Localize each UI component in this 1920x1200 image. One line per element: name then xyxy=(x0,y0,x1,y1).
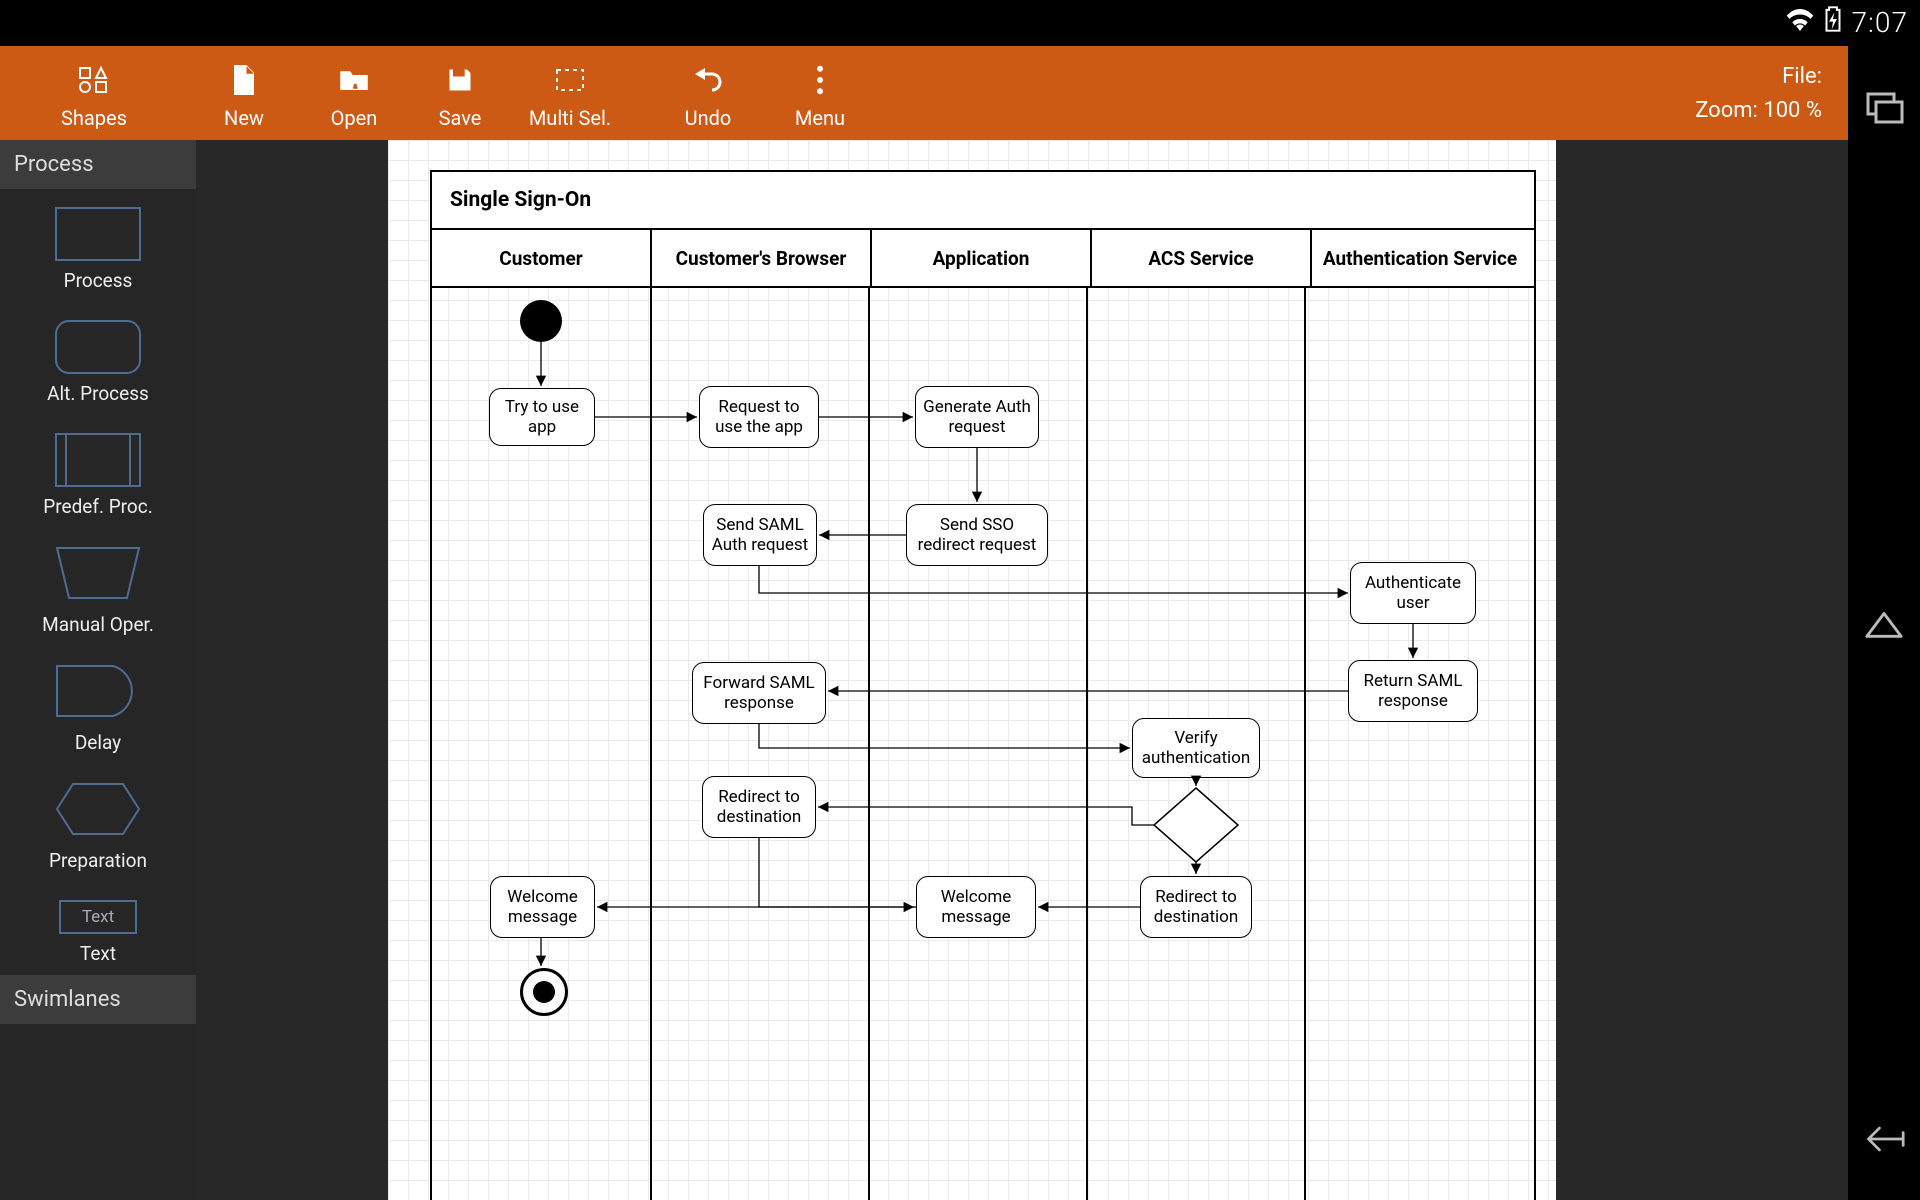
new-label: New xyxy=(224,106,264,130)
shape-predef-label: Predef. Proc. xyxy=(43,495,152,518)
end-node[interactable] xyxy=(520,968,568,1016)
shape-altprocess-label: Alt. Process xyxy=(47,382,149,405)
shape-delay-label: Delay xyxy=(75,731,121,754)
new-button[interactable]: New xyxy=(190,46,298,140)
back-icon[interactable] xyxy=(1863,1118,1905,1160)
shape-prep-label: Preparation xyxy=(49,849,147,872)
file-indicator: File: xyxy=(1695,60,1822,94)
shapes-label: Shapes xyxy=(61,106,127,130)
node-forward-saml[interactable]: Forward SAML response xyxy=(692,662,826,724)
node-auth-user[interactable]: Authenticate user xyxy=(1350,562,1476,624)
pool-title[interactable]: Single Sign-On xyxy=(432,172,1534,230)
shape-manual-icon xyxy=(55,546,141,605)
node-verify[interactable]: Verify authentication xyxy=(1132,718,1260,778)
node-try-use[interactable]: Try to use app xyxy=(489,388,595,446)
shapes-panel: Process Process Alt. Process Predef. Pro… xyxy=(0,140,196,1200)
open-button[interactable]: Open xyxy=(300,46,408,140)
recents-icon[interactable] xyxy=(1863,86,1905,128)
node-send-sso[interactable]: Send SSO redirect request xyxy=(906,504,1048,566)
shape-preparation[interactable]: Preparation xyxy=(0,764,196,882)
menu-label: Menu xyxy=(795,106,845,130)
node-gen-auth[interactable]: Generate Auth request xyxy=(915,386,1039,448)
shape-prep-icon xyxy=(55,782,141,841)
app-toolbar: Shapes New Open Save Multi Sel. Undo Men… xyxy=(0,46,1848,140)
menu-button[interactable]: Menu xyxy=(766,46,874,140)
lane-body: Try to use app Request to use the app Ge… xyxy=(432,286,1534,1200)
folder-open-icon xyxy=(339,65,369,100)
shape-delay-icon xyxy=(55,664,141,723)
zoom-indicator[interactable]: Zoom: 100 % xyxy=(1695,94,1822,128)
shape-delay[interactable]: Delay xyxy=(0,646,196,764)
shape-altprocess-icon xyxy=(55,320,141,374)
node-request-app[interactable]: Request to use the app xyxy=(699,386,819,448)
node-return-saml[interactable]: Return SAML response xyxy=(1348,660,1478,722)
file-new-icon xyxy=(231,65,257,100)
shape-predef-proc[interactable]: Predef. Proc. xyxy=(0,415,196,528)
wifi-icon xyxy=(1786,8,1814,38)
section-swimlanes[interactable]: Swimlanes xyxy=(0,975,196,1024)
shape-manual-label: Manual Oper. xyxy=(42,613,154,636)
marquee-icon xyxy=(555,65,585,100)
node-welcome-cust[interactable]: Welcome message xyxy=(490,876,595,938)
save-button[interactable]: Save xyxy=(406,46,514,140)
overflow-icon xyxy=(815,65,825,100)
shapes-icon xyxy=(79,65,109,100)
shape-alt-process[interactable]: Alt. Process xyxy=(0,302,196,415)
save-icon xyxy=(446,65,474,100)
android-nav-bar xyxy=(1848,46,1920,1200)
diagram-paper[interactable]: Single Sign-On Customer Customer's Brows… xyxy=(388,140,1556,1200)
multisel-label: Multi Sel. xyxy=(529,106,611,130)
node-redir-acs[interactable]: Redirect to destination xyxy=(1140,876,1252,938)
decision-node[interactable] xyxy=(1152,786,1240,864)
shapes-button[interactable]: Shapes xyxy=(40,46,148,140)
shape-text-icon: Text xyxy=(59,900,137,934)
node-send-saml[interactable]: Send SAML Auth request xyxy=(703,504,817,566)
android-status-bar: 7:07 xyxy=(0,0,1920,46)
node-redir-browser[interactable]: Redirect to destination xyxy=(702,776,816,838)
shape-process[interactable]: Process xyxy=(0,189,196,302)
undo-icon xyxy=(693,65,723,100)
lane-application[interactable]: Application xyxy=(872,230,1092,286)
multi-select-button[interactable]: Multi Sel. xyxy=(516,46,624,140)
lane-acs[interactable]: ACS Service xyxy=(1092,230,1312,286)
lane-headers: Customer Customer's Browser Application … xyxy=(432,230,1534,288)
undo-label: Undo xyxy=(685,106,732,130)
battery-icon xyxy=(1824,6,1842,39)
node-welcome-app[interactable]: Welcome message xyxy=(916,876,1036,938)
swimlane-pool[interactable]: Single Sign-On Customer Customer's Brows… xyxy=(430,170,1536,1200)
shape-text-label: Text xyxy=(80,942,116,965)
shape-manual-oper[interactable]: Manual Oper. xyxy=(0,528,196,646)
home-icon[interactable] xyxy=(1863,602,1905,644)
shape-predef-icon xyxy=(55,433,141,487)
shape-process-label: Process xyxy=(64,269,133,292)
lane-auth[interactable]: Authentication Service xyxy=(1312,230,1528,286)
shape-process-icon xyxy=(55,207,141,261)
section-process[interactable]: Process xyxy=(0,140,196,189)
undo-button[interactable]: Undo xyxy=(654,46,762,140)
lane-customer[interactable]: Customer xyxy=(432,230,652,286)
start-node[interactable] xyxy=(520,300,562,342)
shape-text[interactable]: Text Text xyxy=(0,882,196,975)
lane-browser[interactable]: Customer's Browser xyxy=(652,230,872,286)
status-clock: 7:07 xyxy=(1852,6,1908,39)
open-label: Open xyxy=(331,106,378,130)
diagram-canvas[interactable]: Single Sign-On Customer Customer's Brows… xyxy=(196,140,1848,1200)
save-label: Save xyxy=(439,106,482,130)
